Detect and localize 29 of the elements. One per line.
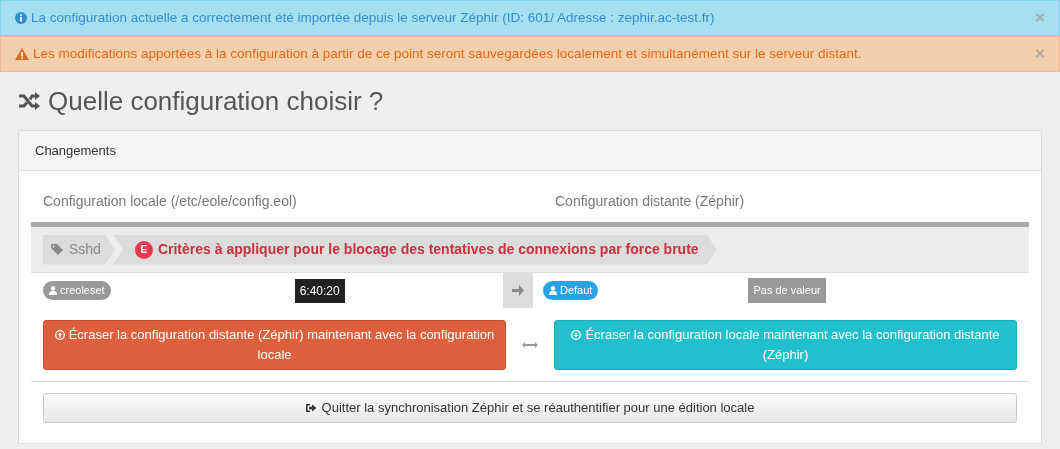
user-badge: Defaut bbox=[543, 281, 599, 300]
close-button[interactable]: × bbox=[1035, 41, 1045, 67]
close-button[interactable]: × bbox=[1035, 5, 1045, 31]
overwrite-button[interactable]: Écraser la configuration locale maintenant avec la configuration distante (Zéphir) bbox=[553, 319, 1017, 370]
arrow-up-circle-icon bbox=[54, 329, 65, 340]
column-heading: Configuration distante (Zéphir) bbox=[554, 192, 745, 211]
overwrite-button[interactable]: Écraser la configuration distante (Zéphir) maintenant avec la configuration locale bbox=[43, 319, 507, 370]
local-value: 6:40:20 bbox=[294, 278, 345, 303]
page-title: Quelle configuration choisir ? bbox=[48, 84, 384, 118]
alert-text: La configuration actuelle a correctement été importée depuis le serveur Zéphir (ID: 601/ Adresse : zephir.ac-test.fr) bbox=[31, 8, 716, 27]
error-badge: E bbox=[134, 240, 153, 259]
tags-icon bbox=[51, 243, 65, 256]
quit-sync-button[interactable]: Quitter la synchronisation Zéphir et se réauthentifier pour une édition locale bbox=[43, 393, 1017, 423]
arrow-right-icon bbox=[512, 285, 524, 296]
variable-label: Critères à appliquer pour le blocage des tentatives de connexions par force brute bbox=[157, 240, 699, 259]
column-heading: Configuration locale (/etc/eole/config.eol) bbox=[42, 192, 298, 211]
user-icon bbox=[49, 286, 57, 295]
remote-value: Pas de valeur bbox=[748, 278, 826, 303]
warning-icon bbox=[15, 48, 29, 60]
family-name: Sshd bbox=[69, 240, 101, 259]
alert-text: Les modifications apportées à la configuration à partir de ce point seront sauvegardées localement et simultanément sur le serveur distant. bbox=[33, 44, 863, 63]
panel-heading: Changements bbox=[35, 141, 116, 160]
shuffle-icon bbox=[18, 92, 40, 110]
arrow-down-circle-icon bbox=[571, 329, 582, 340]
info-icon bbox=[15, 12, 27, 24]
user-badge: creoleset bbox=[43, 281, 111, 300]
user-icon bbox=[549, 286, 557, 295]
swap-arrows-icon bbox=[522, 341, 538, 348]
sign-out-icon bbox=[305, 403, 317, 413]
